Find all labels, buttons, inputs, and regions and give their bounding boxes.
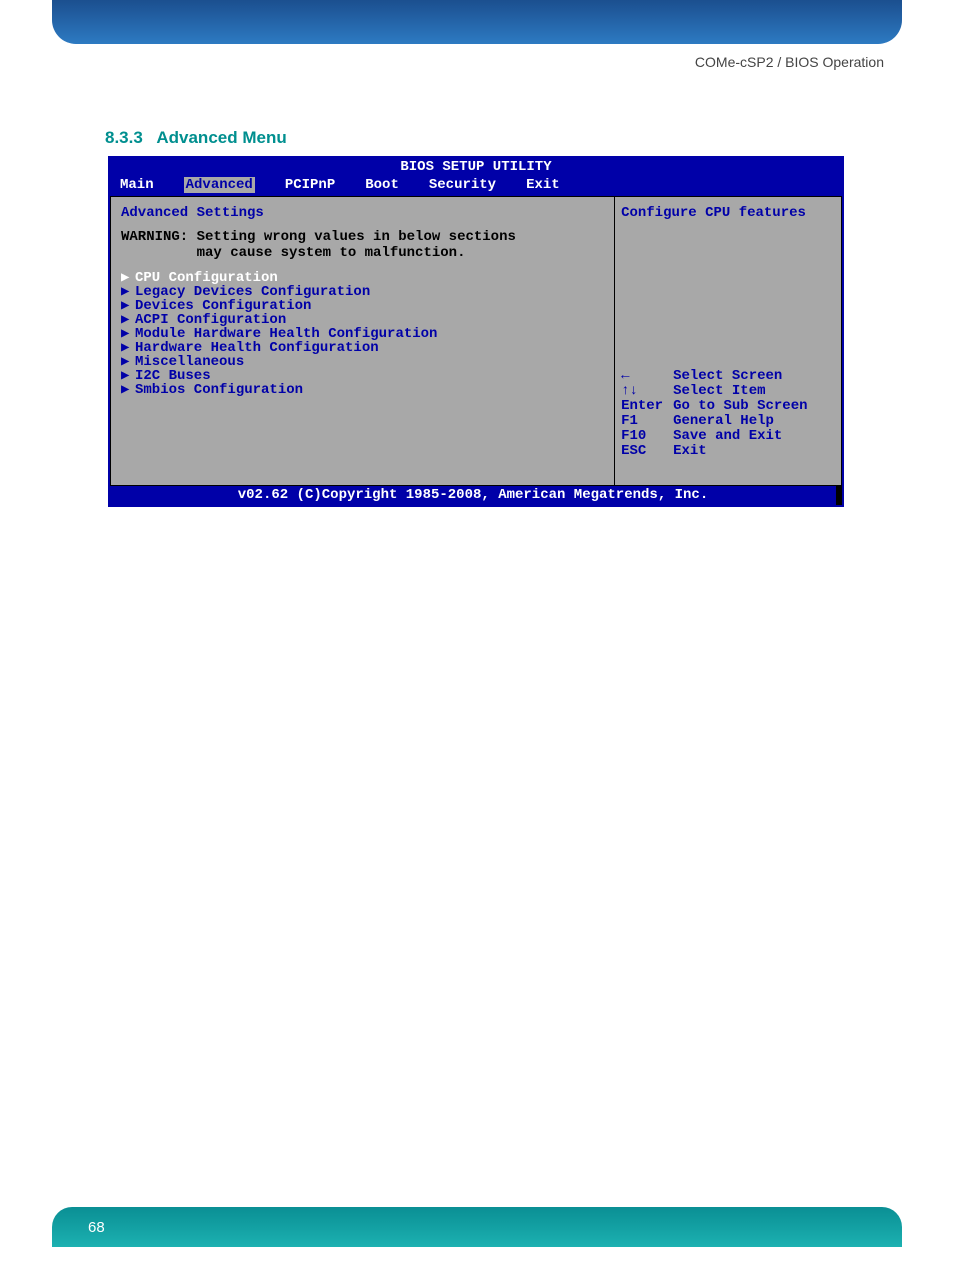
- section-number: 8.3.3: [105, 128, 143, 147]
- menu-item-cpu-config[interactable]: ▶CPU Configuration: [121, 271, 604, 285]
- key-desc: Exit: [673, 443, 707, 459]
- section-title: Advanced Menu: [156, 128, 286, 147]
- warning-line1: Setting wrong values in below sections: [197, 229, 516, 245]
- key-legend: ←Select Screen ↑↓Select Item EnterGo to …: [621, 369, 835, 477]
- page-number: 68: [88, 1219, 105, 1236]
- tab-security[interactable]: Security: [429, 177, 496, 193]
- page-footer-bar: 68: [52, 1207, 902, 1247]
- tab-pcipnp[interactable]: PCIPnP: [285, 177, 335, 193]
- key-esc: ESC: [621, 444, 673, 459]
- warning-label: WARNING:: [121, 229, 188, 245]
- menu-item-i2c-buses[interactable]: ▶I2C Buses: [121, 369, 604, 383]
- key-desc: Save and Exit: [673, 428, 782, 444]
- key-desc: Select Screen: [673, 368, 782, 384]
- key-row: ←Select Screen: [621, 369, 835, 384]
- menu-item-devices-config[interactable]: ▶Devices Configuration: [121, 299, 604, 313]
- top-header-bar: [52, 0, 902, 44]
- tab-exit[interactable]: Exit: [526, 177, 560, 193]
- key-f10: F10: [621, 429, 673, 444]
- bios-tab-bar: Main Advanced PCIPnP Boot Security Exit: [110, 176, 842, 196]
- triangle-right-icon: ▶: [121, 299, 133, 313]
- tab-boot[interactable]: Boot: [365, 177, 399, 193]
- tab-main[interactable]: Main: [120, 177, 154, 193]
- key-enter: Enter: [621, 399, 673, 414]
- triangle-right-icon: ▶: [121, 285, 133, 299]
- bios-right-pane: Configure CPU features ←Select Screen ↑↓…: [615, 196, 842, 486]
- triangle-right-icon: ▶: [121, 327, 133, 341]
- menu-item-misc[interactable]: ▶Miscellaneous: [121, 355, 604, 369]
- key-f1: F1: [621, 414, 673, 429]
- context-help: Configure CPU features: [621, 205, 835, 221]
- menu-item-module-hw-health[interactable]: ▶Module Hardware Health Configuration: [121, 327, 604, 341]
- key-row: F10Save and Exit: [621, 429, 835, 444]
- key-desc: General Help: [673, 413, 774, 429]
- bios-title: BIOS SETUP UTILITY: [110, 158, 842, 176]
- warning-line2: may cause system to malfunction.: [197, 245, 466, 261]
- submenu-list: ▶CPU Configuration ▶Legacy Devices Confi…: [121, 271, 604, 397]
- key-row: ESCExit: [621, 444, 835, 459]
- triangle-right-icon: ▶: [121, 313, 133, 327]
- key-row: F1General Help: [621, 414, 835, 429]
- key-desc: Go to Sub Screen: [673, 398, 807, 414]
- tab-advanced[interactable]: Advanced: [184, 177, 255, 193]
- menu-item-smbios-config[interactable]: ▶Smbios Configuration: [121, 383, 604, 397]
- advanced-warning: WARNING: Setting wrong values in below s…: [121, 229, 604, 261]
- advanced-settings-title: Advanced Settings: [121, 205, 604, 221]
- menu-item-hw-health[interactable]: ▶Hardware Health Configuration: [121, 341, 604, 355]
- triangle-right-icon: ▶: [121, 341, 133, 355]
- bios-window: BIOS SETUP UTILITY Main Advanced PCIPnP …: [108, 156, 844, 507]
- section-heading: 8.3.3 Advanced Menu: [105, 128, 287, 148]
- header-breadcrumb: COMe-cSP2 / BIOS Operation: [695, 54, 884, 70]
- key-updown-icon: ↑↓: [621, 384, 673, 399]
- bios-left-pane: Advanced Settings WARNING: Setting wrong…: [110, 196, 615, 486]
- triangle-right-icon: ▶: [121, 369, 133, 383]
- triangle-right-icon: ▶: [121, 271, 133, 285]
- key-row: EnterGo to Sub Screen: [621, 399, 835, 414]
- key-row: ↑↓Select Item: [621, 384, 835, 399]
- menu-item-acpi-config[interactable]: ▶ACPI Configuration: [121, 313, 604, 327]
- bios-footer: v02.62 (C)Copyright 1985-2008, American …: [110, 486, 842, 505]
- triangle-right-icon: ▶: [121, 383, 133, 397]
- menu-item-legacy-devices[interactable]: ▶Legacy Devices Configuration: [121, 285, 604, 299]
- key-left-icon: ←: [621, 369, 673, 384]
- bios-body: Advanced Settings WARNING: Setting wrong…: [110, 196, 842, 486]
- triangle-right-icon: ▶: [121, 355, 133, 369]
- key-desc: Select Item: [673, 383, 765, 399]
